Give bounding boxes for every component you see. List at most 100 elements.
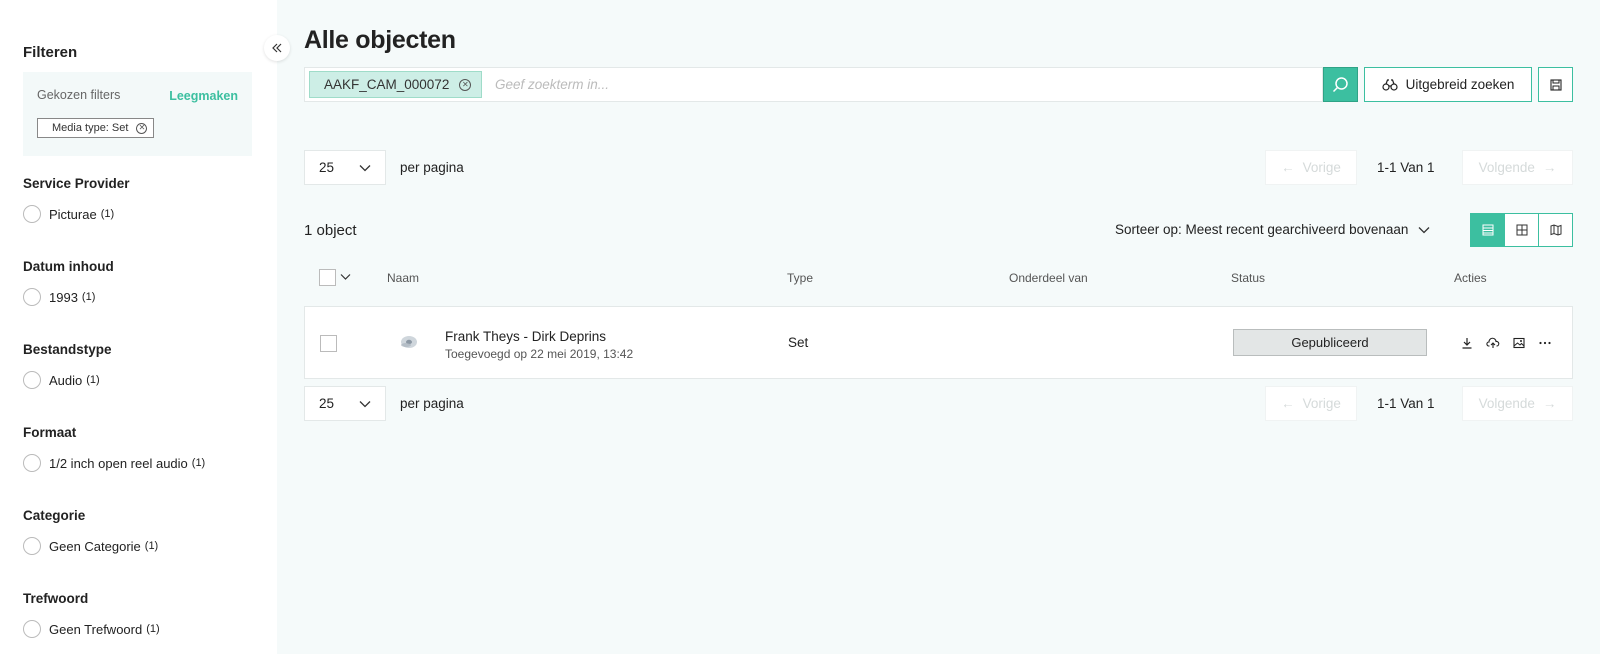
facet-title: Categorie <box>23 508 86 523</box>
facet-option-label: 1993 <box>49 289 78 305</box>
search-tag[interactable]: AAKF_CAM_000072 ✕ <box>309 71 483 98</box>
next-page-button[interactable]: Volgende → <box>1462 150 1573 185</box>
next-page-button-bottom[interactable]: Volgende → <box>1462 386 1573 421</box>
radio-button[interactable] <box>23 371 41 389</box>
map-view-button[interactable] <box>1538 213 1573 247</box>
facet-option-count: (1) <box>81 291 96 303</box>
map-view-icon <box>1550 224 1561 236</box>
status-badge: Gepubliceerd <box>1233 329 1427 356</box>
preview-button[interactable] <box>1510 334 1528 352</box>
radio-button[interactable] <box>23 454 41 472</box>
chevron-down-icon <box>359 400 371 407</box>
chevron-down-icon <box>359 164 371 171</box>
facet-option-label: Audio <box>49 372 83 388</box>
search-input[interactable] <box>495 68 1295 101</box>
facet-option-count: (1) <box>100 208 115 220</box>
cloud-upload-icon <box>1486 337 1500 348</box>
sort-label: Sorteer op: Meest recent gearchiveerd bo… <box>1115 222 1409 237</box>
row-type: Set <box>788 335 809 350</box>
binoculars-icon <box>1381 78 1398 91</box>
chosen-filters-panel: Gekozen filters Leegmaken Media type: Se… <box>23 72 252 156</box>
facet-option-count: (1) <box>86 374 100 386</box>
facet-formaat: Formaat 1/2 inch open reel audio (1) <box>23 425 205 472</box>
per-page-value: 25 <box>319 160 335 175</box>
chevron-down-icon[interactable] <box>340 273 351 281</box>
facet-service-provider: Service Provider Picturae (1) <box>23 176 130 223</box>
column-header-name[interactable]: Naam <box>387 271 419 285</box>
grid-view-icon <box>1516 224 1527 236</box>
table-row[interactable]: Frank Theys - Dirk Deprins Toegevoegd op… <box>304 306 1573 379</box>
per-page-label: per pagina <box>400 160 464 175</box>
search-button[interactable] <box>1323 67 1358 102</box>
download-button[interactable] <box>1458 334 1476 352</box>
column-header-part-of[interactable]: Onderdeel van <box>1009 271 1088 285</box>
facet-option-count: (1) <box>146 623 160 635</box>
prev-page-label: Vorige <box>1302 396 1341 411</box>
radio-button[interactable] <box>23 537 41 555</box>
download-icon <box>1462 338 1472 349</box>
pager-info-bottom: 1-1 Van 1 <box>1377 396 1435 411</box>
column-header-actions: Acties <box>1454 271 1487 285</box>
save-icon <box>1549 78 1562 91</box>
facet-datum-inhoud: Datum inhoud 1993 (1) <box>23 259 114 306</box>
sort-select[interactable]: Sorteer op: Meest recent gearchiveerd bo… <box>1115 222 1430 237</box>
facet-title: Datum inhoud <box>23 259 114 274</box>
search-icon <box>1332 77 1348 93</box>
radio-button[interactable] <box>23 288 41 306</box>
prev-page-button-bottom[interactable]: ← Vorige <box>1265 386 1357 421</box>
list-view-button[interactable] <box>1470 213 1505 247</box>
radio-button[interactable] <box>23 205 41 223</box>
save-search-button[interactable] <box>1538 67 1573 102</box>
facet-option-label: 1/2 inch open reel audio <box>49 455 188 471</box>
facet-title: Service Provider <box>23 176 130 191</box>
facet-option[interactable]: Audio (1) <box>23 371 112 389</box>
clear-filters-link[interactable]: Leegmaken <box>169 89 238 103</box>
facet-title: Bestandstype <box>23 342 112 357</box>
facet-option[interactable]: 1993 (1) <box>23 288 114 306</box>
per-page-value: 25 <box>319 396 335 411</box>
collapse-sidebar-button[interactable] <box>264 35 290 61</box>
search-bar: AAKF_CAM_000072 ✕ <box>304 67 1323 102</box>
grid-view-button[interactable] <box>1504 213 1539 247</box>
facet-option-label: Geen Categorie <box>49 538 141 554</box>
facet-title: Formaat <box>23 425 77 440</box>
remove-filter-icon[interactable]: ✕ <box>136 122 148 134</box>
more-actions-button[interactable] <box>1536 334 1554 352</box>
active-filter-label: Media type: Set <box>52 122 129 134</box>
facet-categorie: Categorie Geen Categorie (1) <box>23 508 158 555</box>
page-title: Alle objecten <box>304 26 456 54</box>
chevron-down-icon <box>1418 226 1430 233</box>
facet-option[interactable]: 1/2 inch open reel audio (1) <box>23 454 205 472</box>
select-all-checkbox[interactable] <box>319 269 336 286</box>
remove-search-tag-icon[interactable]: ✕ <box>459 78 472 91</box>
prev-page-label: Vorige <box>1302 160 1341 175</box>
advanced-search-label: Uitgebreid zoeken <box>1405 77 1515 92</box>
facet-option[interactable]: Picturae (1) <box>23 205 130 223</box>
prev-page-button[interactable]: ← Vorige <box>1265 150 1357 185</box>
chosen-filters-label: Gekozen filters <box>37 88 121 102</box>
radio-button[interactable] <box>23 620 41 638</box>
row-checkbox[interactable] <box>320 335 337 352</box>
advanced-search-button[interactable]: Uitgebreid zoeken <box>1364 67 1532 102</box>
facet-option-label: Picturae <box>49 206 97 222</box>
sidebar-title: Filteren <box>23 44 78 61</box>
per-page-select-bottom[interactable]: 25 <box>304 386 386 421</box>
row-title[interactable]: Frank Theys - Dirk Deprins <box>445 329 606 344</box>
facet-title: Trefwoord <box>23 591 89 606</box>
per-page-label: per pagina <box>400 396 464 411</box>
facet-option[interactable]: Geen Categorie (1) <box>23 537 158 555</box>
column-header-status[interactable]: Status <box>1231 271 1265 285</box>
row-added-date: Toegevoegd op 22 mei 2019, 13:42 <box>445 347 634 361</box>
facet-option[interactable]: Geen Trefwoord (1) <box>23 620 160 638</box>
pager-info: 1-1 Van 1 <box>1377 160 1435 175</box>
more-icon <box>1539 341 1551 345</box>
facet-option-count: (1) <box>144 540 159 552</box>
facet-trefwoord: Trefwoord Geen Trefwoord (1) <box>23 591 160 638</box>
active-filter-chip[interactable]: Media type: Set ✕ <box>37 118 155 138</box>
per-page-select[interactable]: 25 <box>304 150 386 185</box>
image-icon <box>1513 337 1525 349</box>
upload-button[interactable] <box>1484 334 1502 352</box>
column-header-type[interactable]: Type <box>787 271 813 285</box>
arrow-left-icon: ← <box>1281 396 1295 411</box>
facet-option-label: Geen Trefwoord <box>49 621 143 637</box>
